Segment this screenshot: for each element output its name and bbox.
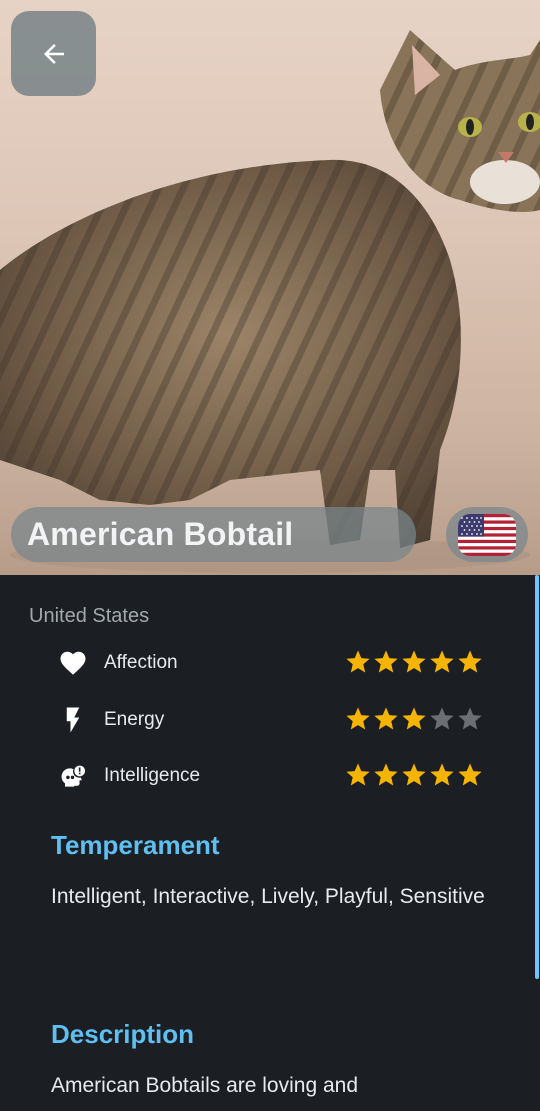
star-filled-icon	[430, 650, 454, 673]
star-rating	[344, 648, 484, 676]
stat-label: Affection	[104, 652, 178, 673]
stat-row-intelligence: Intelligence	[57, 759, 487, 793]
star-filled-icon	[374, 707, 398, 730]
star-filled-icon	[374, 763, 398, 786]
lightning-bolt-icon	[57, 704, 89, 736]
arrow-left-icon	[43, 43, 64, 64]
back-button[interactable]	[11, 11, 96, 96]
description-heading: Description	[51, 1019, 195, 1049]
star-filled-icon	[458, 763, 482, 786]
star-empty-icon	[430, 707, 454, 730]
stat-row-affection: Affection	[57, 646, 487, 680]
origin-flag-badge	[446, 507, 528, 562]
breed-name-badge: American Bobtail	[11, 507, 416, 562]
breed-name: American Bobtail	[27, 516, 294, 552]
star-filled-icon	[402, 763, 426, 786]
star-filled-icon	[458, 650, 482, 673]
scrollbar[interactable]	[535, 575, 539, 979]
star-filled-icon	[346, 763, 370, 786]
temperament-text: Intelligent, Interactive, Lively, Playfu…	[51, 885, 485, 908]
star-rating	[344, 705, 484, 733]
star-filled-icon	[374, 650, 398, 673]
star-empty-icon	[458, 707, 482, 730]
brain-alert-icon	[57, 760, 89, 792]
star-filled-icon	[402, 707, 426, 730]
stat-row-energy: Energy	[57, 703, 487, 737]
breed-hero-image: American Bobtail	[0, 0, 540, 575]
star-filled-icon	[346, 650, 370, 673]
description-text: American Bobtails are loving and	[51, 1074, 359, 1097]
us-flag-icon	[458, 513, 516, 556]
star-rating	[344, 761, 484, 789]
star-filled-icon	[346, 707, 370, 730]
origin-country: United States	[29, 605, 150, 627]
star-filled-icon	[430, 763, 454, 786]
temperament-heading: Temperament	[51, 830, 220, 860]
stat-label: Energy	[104, 709, 165, 730]
heart-icon	[57, 647, 89, 679]
stat-label: Intelligence	[104, 765, 201, 786]
star-filled-icon	[402, 650, 426, 673]
